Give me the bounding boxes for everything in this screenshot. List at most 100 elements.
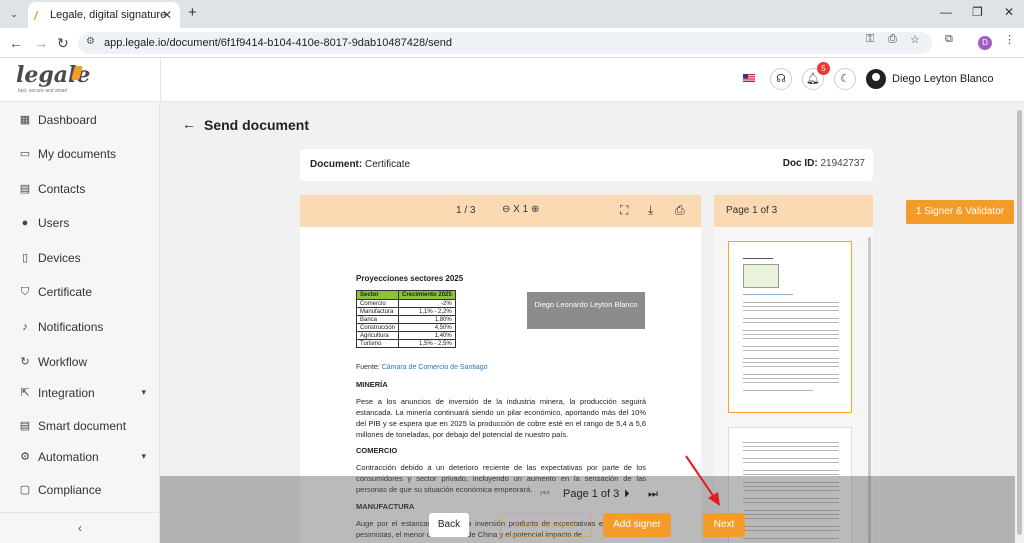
table-row: Banca 1,80% <box>355 315 456 324</box>
sidebar-item-dashboard[interactable]: ▦ Dashboard <box>0 105 160 135</box>
sidebar-item-label: Workflow <box>38 355 88 369</box>
zoom-out-icon[interactable]: ⊖ <box>502 204 510 215</box>
integration-icon: ⇱ <box>20 387 30 399</box>
device-icon: ▯ <box>21 252 29 264</box>
browser-tab[interactable]: / Legale, digital signature ✕ <box>28 2 180 28</box>
tab-search-icon[interactable]: ⌄ <box>6 6 22 22</box>
prev-page-icon[interactable]: ⏮ <box>540 488 550 501</box>
table-cell: Turismo <box>355 339 400 348</box>
source-line: Fuente: Cámara de Comercio de Santiago <box>356 364 488 371</box>
header-divider <box>160 58 161 102</box>
restore-icon[interactable]: ❐ <box>972 5 983 19</box>
table-row: Comercio -2% <box>355 299 456 308</box>
document-name-row: Document: Certificate <box>310 159 410 170</box>
doc-id-row: Doc ID: 21942737 <box>783 158 865 169</box>
table-cell: Construcción <box>355 323 400 332</box>
new-tab-icon[interactable]: + <box>188 4 197 21</box>
last-page-icon[interactable]: ⏭ <box>648 488 658 501</box>
table-cell: 1,80% <box>398 315 456 324</box>
back-button[interactable]: Back <box>429 513 469 537</box>
sidebar-collapse-button[interactable]: ‹ <box>0 512 160 543</box>
sidebar-item-workflow[interactable]: ↻ Workflow <box>0 347 160 377</box>
next-page-icon[interactable]: ⏵ <box>624 488 630 501</box>
table-header-row: Sector Crecimiento 2025 <box>355 290 456 300</box>
table-cell: Manufactura <box>355 307 400 316</box>
smart-document-icon: ▤ <box>19 420 31 432</box>
minimize-icon[interactable]: — <box>940 5 952 19</box>
table-header: Sector <box>355 290 400 300</box>
sidebar-item-notifications[interactable]: ♪ Notifications <box>0 312 160 342</box>
sidebar-item-contacts[interactable]: ▤ Contacts <box>0 174 160 204</box>
browser-menu-icon[interactable]: ⋮ <box>1004 33 1015 46</box>
sidebar-item-integration[interactable]: ⇱ Integration ▾ <box>0 378 160 408</box>
zoom-in-icon[interactable]: ⊕ <box>531 204 539 215</box>
document-info-card: Document: Certificate Doc ID: 21942737 <box>300 149 873 181</box>
us-flag-icon[interactable] <box>743 74 755 82</box>
sidebar-item-devices[interactable]: ▯ Devices <box>0 243 160 273</box>
url-field[interactable]: ⚙ app.legale.io/document/6f1f9414-b104-4… <box>78 32 932 54</box>
table-row: Manufactura 1,1% - 2,2% <box>355 307 456 316</box>
password-key-icon[interactable]: ⚿ <box>866 33 874 46</box>
section-title-comercio: COMERCIO <box>356 446 398 455</box>
site-info-icon[interactable]: ⚙ <box>86 36 95 47</box>
reload-icon[interactable]: ↻ <box>57 35 69 52</box>
support-headset-icon[interactable]: ☊ <box>770 68 792 90</box>
zoom-control: ⊖ X 1 ⊕ <box>502 204 539 215</box>
page-navigator: ⏮ Page 1 of 3 ⏵ ⏭ <box>540 488 670 502</box>
browser-profile-avatar[interactable]: D <box>978 36 992 50</box>
sidebar-item-users[interactable]: ● Users <box>0 208 160 238</box>
bookmark-star-icon[interactable]: ☆ <box>910 33 920 46</box>
user-avatar[interactable] <box>866 69 886 89</box>
source-name: Cámara de Comercio de Santiago <box>381 364 488 371</box>
browser-tabstrip: ⌄ / Legale, digital signature ✕ + — ❐ ✕ <box>0 0 1024 28</box>
doc-heading: Proyecciones sectores 2025 <box>356 274 464 283</box>
dark-mode-icon[interactable]: ☾ <box>834 68 856 90</box>
table-cell: Banca <box>355 315 400 324</box>
sidebar-item-label: Compliance <box>38 483 102 497</box>
page-scrollbar-thumb[interactable] <box>1017 110 1022 535</box>
sidebar-item-certificate[interactable]: ⛉ Certificate <box>0 277 160 307</box>
page-thumbnail-1[interactable] <box>728 241 852 413</box>
back-arrow-icon[interactable]: ← <box>182 116 196 132</box>
notification-count-badge: 5 <box>817 62 830 75</box>
close-window-icon[interactable]: ✕ <box>1004 5 1014 19</box>
gear-icon: ⚙ <box>20 451 30 463</box>
section-text-mineria: Pese a los anuncios de inversión de la i… <box>356 397 646 439</box>
folder-icon: ▭ <box>19 148 31 160</box>
user-name[interactable]: Diego Leyton Blanco <box>892 73 994 85</box>
sidebar-item-label: Users <box>38 216 70 230</box>
close-tab-icon[interactable]: ✕ <box>162 8 172 22</box>
table-row: Agricultura 1,40% <box>355 331 456 340</box>
sector-table: Sector Crecimiento 2025 Comercio -2% Man… <box>355 290 456 348</box>
install-app-icon[interactable]: ⎙ <box>888 33 897 46</box>
signature-placeholder[interactable]: Diego Leonardo Leyton Blanco <box>527 292 645 329</box>
chevron-down-icon: ▾ <box>141 387 146 397</box>
extensions-icon[interactable]: ⧉ <box>945 33 953 46</box>
page-title: Send document <box>204 117 310 133</box>
user-icon: ● <box>21 217 29 229</box>
dashboard-icon: ▦ <box>19 114 31 126</box>
source-label: Fuente: <box>356 364 380 371</box>
select-workflow-button[interactable]: Select workflow <box>500 513 592 537</box>
forward-nav-icon[interactable]: → <box>34 35 48 51</box>
table-row: Turismo 1,5% - 2,5% <box>355 339 456 348</box>
document-name: Certificate <box>365 159 411 170</box>
sidebar-item-smart-document[interactable]: ▤ Smart document <box>0 411 160 441</box>
table-cell: Agricultura <box>355 331 400 340</box>
signer-validator-button[interactable]: 1 Signer & Validator <box>906 200 1014 224</box>
sidebar-item-automation[interactable]: ⚙ Automation ▾ <box>0 442 160 472</box>
print-icon[interactable]: ⎙ <box>675 203 685 218</box>
download-icon[interactable]: ⤓ <box>648 203 653 218</box>
shield-icon: ⛉ <box>20 286 30 298</box>
back-nav-icon[interactable]: ← <box>9 35 23 51</box>
sidebar-item-label: Smart document <box>38 419 127 433</box>
table-cell: 1,40% <box>398 331 456 340</box>
sidebar-item-compliance[interactable]: ▢ Compliance <box>0 475 160 505</box>
sidebar-item-my-documents[interactable]: ▭ My documents <box>0 139 160 169</box>
fullscreen-icon[interactable]: ⛶ <box>620 203 628 218</box>
url-text: app.legale.io/document/6f1f9414-b104-410… <box>104 37 453 49</box>
next-button[interactable]: Next <box>703 513 745 537</box>
sidebar-item-label: Notifications <box>38 320 104 334</box>
table-cell: 4,50% <box>398 323 456 332</box>
add-signer-button[interactable]: Add signer <box>603 513 671 537</box>
